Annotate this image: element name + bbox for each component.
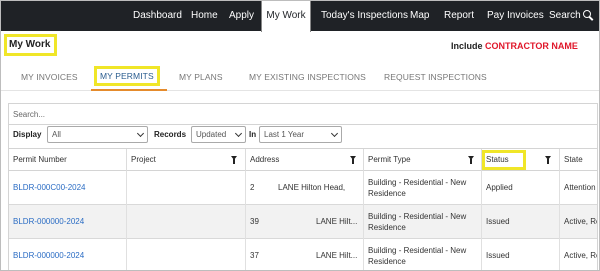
state-cell: Attention — [564, 183, 596, 192]
project-cell — [127, 239, 246, 270]
project-cell — [127, 205, 246, 239]
address-cell: 39 LANE Hilt... — [246, 205, 364, 239]
address-cell: 2 LANE Hilton Head, — [246, 171, 364, 205]
nav-pay-invoices[interactable]: Pay Invoices — [487, 1, 544, 31]
nav-search[interactable]: Search — [549, 1, 591, 31]
status-highlight — [482, 150, 526, 170]
filter-icon[interactable] — [545, 156, 551, 164]
tab-my-existing-inspections[interactable]: MY EXISTING INSPECTIONS — [249, 72, 366, 82]
top-nav: Dashboard Home Apply My Work Today's Ins… — [1, 1, 599, 32]
page-title: My Work — [4, 34, 57, 56]
permit-type-cell: Building - Residential - New Residence — [364, 171, 482, 205]
nav-search-label: Search — [549, 10, 581, 21]
col-permit-number-label: Permit Number — [13, 155, 67, 164]
status-cell: Issued — [482, 239, 560, 270]
search-input[interactable] — [9, 104, 597, 125]
nav-apply[interactable]: Apply — [229, 1, 254, 31]
chevron-down-icon — [136, 129, 145, 138]
col-project-label: Project — [131, 155, 156, 164]
table-row[interactable]: BLDR-000000-2024 39 LANE Hilt... Buildin… — [9, 205, 597, 239]
address-cell: 37 LANE Hilt... — [246, 239, 364, 270]
col-permit-type-label: Permit Type — [368, 155, 411, 164]
table-row[interactable]: BLDR-000C00-2024 2 LANE Hilton Head, Bui… — [9, 171, 597, 205]
table-row[interactable]: BLDR-000000-2024 37 LANE Hilt... Buildin… — [9, 239, 597, 270]
filter-icon[interactable] — [468, 156, 474, 164]
filter-icon[interactable] — [231, 156, 237, 164]
display-select[interactable]: All — [47, 126, 148, 143]
status-cell: Applied — [482, 171, 560, 205]
include-label: Include — [451, 41, 483, 51]
col-address[interactable]: Address — [246, 149, 364, 171]
tab-my-plans[interactable]: MY PLANS — [179, 72, 223, 82]
permit-type-cell: Building - Residential - New Residence — [364, 239, 482, 270]
state-cell: Active, Re — [564, 217, 597, 226]
work-tabs: MY INVOICES MY PERMITS MY PLANS MY EXIST… — [1, 63, 599, 91]
table-header: Permit Number Project Address Permit Typ… — [9, 148, 597, 171]
tab-my-invoices[interactable]: MY INVOICES — [21, 72, 78, 82]
permit-number-link[interactable]: BLDR-000000-2024 — [9, 239, 127, 270]
permits-panel: Display All Records Updated In Last 1 Ye… — [8, 103, 598, 270]
permit-number-link[interactable]: BLDR-000C00-2024 — [9, 171, 127, 205]
col-project[interactable]: Project — [127, 149, 246, 171]
records-select-value: Updated — [196, 130, 227, 139]
chevron-down-icon — [330, 129, 339, 138]
permit-number-link[interactable]: BLDR-000000-2024 — [9, 205, 127, 239]
col-permit-number[interactable]: Permit Number — [9, 149, 127, 171]
display-label: Display — [13, 130, 42, 139]
tab-my-permits[interactable]: MY PERMITS — [94, 66, 160, 86]
chevron-down-icon — [234, 129, 243, 138]
nav-report[interactable]: Report — [444, 1, 474, 31]
nav-todays-inspections[interactable]: Today's Inspections — [321, 1, 408, 31]
search-icon — [582, 10, 591, 19]
in-select-value: Last 1 Year — [264, 130, 305, 139]
col-address-label: Address — [250, 155, 280, 164]
permit-type-cell: Building - Residential - New Residence — [364, 205, 482, 239]
nav-dashboard[interactable]: Dashboard — [133, 1, 182, 31]
records-label: Records — [154, 130, 187, 139]
project-cell — [127, 171, 246, 205]
col-state-label: State — [564, 155, 583, 164]
nav-home[interactable]: Home — [191, 1, 218, 31]
in-label: In — [249, 130, 257, 139]
nav-my-work[interactable]: My Work — [261, 1, 311, 32]
state-cell: Active, Re — [564, 251, 597, 260]
records-select[interactable]: Updated — [191, 126, 246, 143]
status-cell: Issued — [482, 205, 560, 239]
window-frame: Dashboard Home Apply My Work Today's Ins… — [0, 0, 600, 271]
active-tab-indicator — [91, 89, 167, 91]
col-permit-type[interactable]: Permit Type — [364, 149, 482, 171]
contractor-name[interactable]: CONTRACTOR NAME — [485, 41, 578, 51]
tab-request-inspections[interactable]: REQUEST INSPECTIONS — [384, 72, 487, 82]
filter-icon[interactable] — [350, 156, 356, 164]
nav-map[interactable]: Map — [410, 1, 429, 31]
display-select-value: All — [52, 130, 61, 139]
col-state[interactable]: State — [560, 149, 597, 171]
in-select[interactable]: Last 1 Year — [259, 126, 342, 143]
